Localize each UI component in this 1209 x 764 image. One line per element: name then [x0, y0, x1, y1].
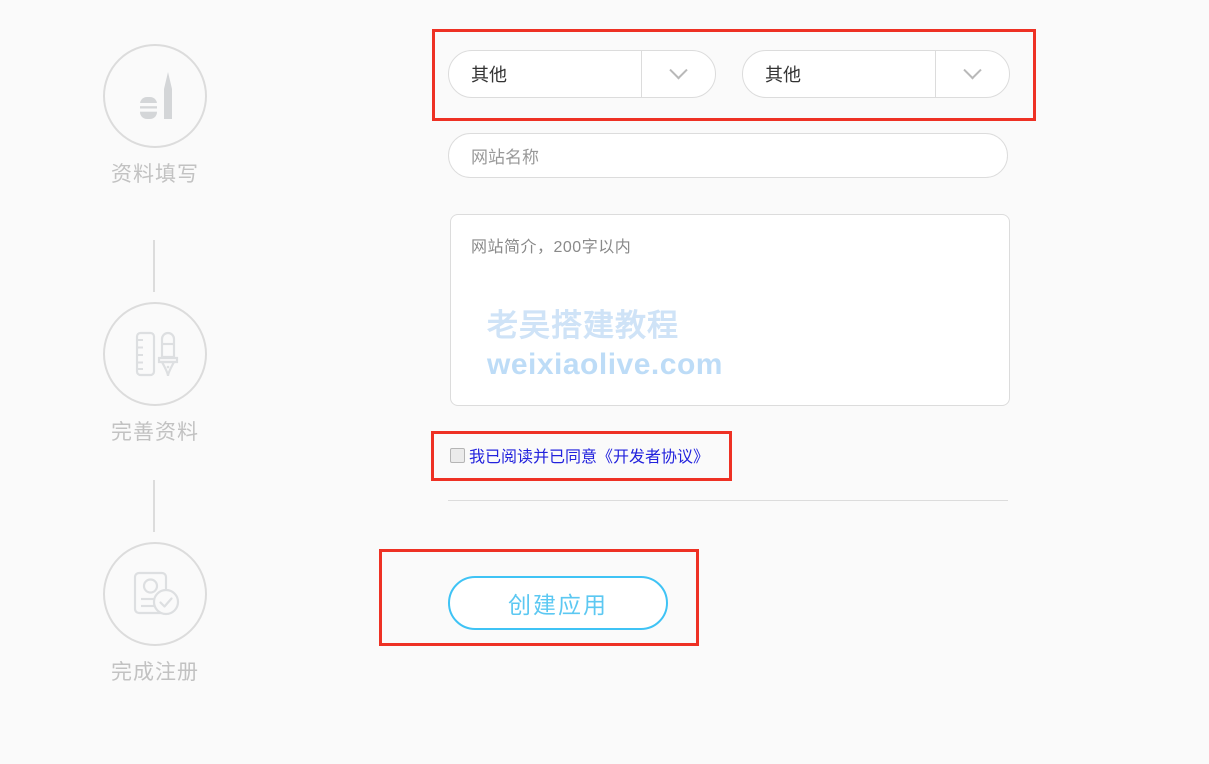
- step-2-circle: [103, 302, 207, 406]
- category-select-1-arrow[interactable]: [641, 51, 715, 97]
- form-divider: [448, 500, 1008, 501]
- create-app-button[interactable]: 创建应用: [448, 576, 668, 630]
- create-app-button-label: 创建应用: [508, 592, 608, 618]
- step-1-label: 资料填写: [111, 163, 199, 186]
- step-1-circle: [103, 44, 207, 148]
- id-card-check-icon: [133, 571, 180, 616]
- category-select-2[interactable]: 其他: [742, 50, 1010, 98]
- stepper-connector-2: [153, 480, 155, 532]
- stepper-step-3[interactable]: 完成注册: [0, 542, 310, 683]
- watermark: 老吴搭建教程 weixiaolive.com: [487, 307, 723, 383]
- ruler-pen-icon: [135, 331, 179, 377]
- stepper-connector-1: [153, 240, 155, 292]
- stepper-step-2[interactable]: 完善资料: [0, 302, 310, 443]
- step-2-label: 完善资料: [111, 421, 199, 444]
- watermark-line-2: weixiaolive.com: [487, 347, 723, 381]
- site-name-placeholder: 网站名称: [471, 148, 539, 167]
- pencil-eraser-icon: [140, 72, 172, 119]
- step-3-circle: [103, 542, 207, 646]
- site-intro-placeholder: 网站简介，200字以内: [471, 239, 632, 256]
- agreement-label[interactable]: 我已阅读并已同意《开发者协议》: [469, 443, 709, 467]
- category-select-2-arrow[interactable]: [935, 51, 1009, 97]
- chevron-down-icon: [669, 60, 688, 79]
- site-name-input[interactable]: 网站名称: [448, 133, 1008, 178]
- agreement-row[interactable]: 我已阅读并已同意《开发者协议》: [450, 443, 709, 467]
- chevron-down-icon: [963, 60, 982, 79]
- stepper-step-1[interactable]: 资料填写: [0, 44, 310, 185]
- category-select-row: 其他 其他: [448, 50, 1010, 98]
- category-select-1-value: 其他: [471, 65, 507, 85]
- site-intro-textarea[interactable]: 网站简介，200字以内 老吴搭建教程 weixiaolive.com: [450, 214, 1010, 406]
- agreement-checkbox[interactable]: [450, 447, 465, 463]
- step-3-label: 完成注册: [111, 661, 199, 684]
- watermark-line-1: 老吴搭建教程: [487, 308, 679, 343]
- registration-stepper: 资料填写 完善资料 完成注册: [0, 0, 310, 764]
- category-select-1[interactable]: 其他: [448, 50, 716, 98]
- page-root: 资料填写 完善资料 完成注册 其他 其他 网站名称 网站简介，200字以内 老吴…: [0, 0, 1209, 764]
- category-select-2-value: 其他: [765, 65, 801, 85]
